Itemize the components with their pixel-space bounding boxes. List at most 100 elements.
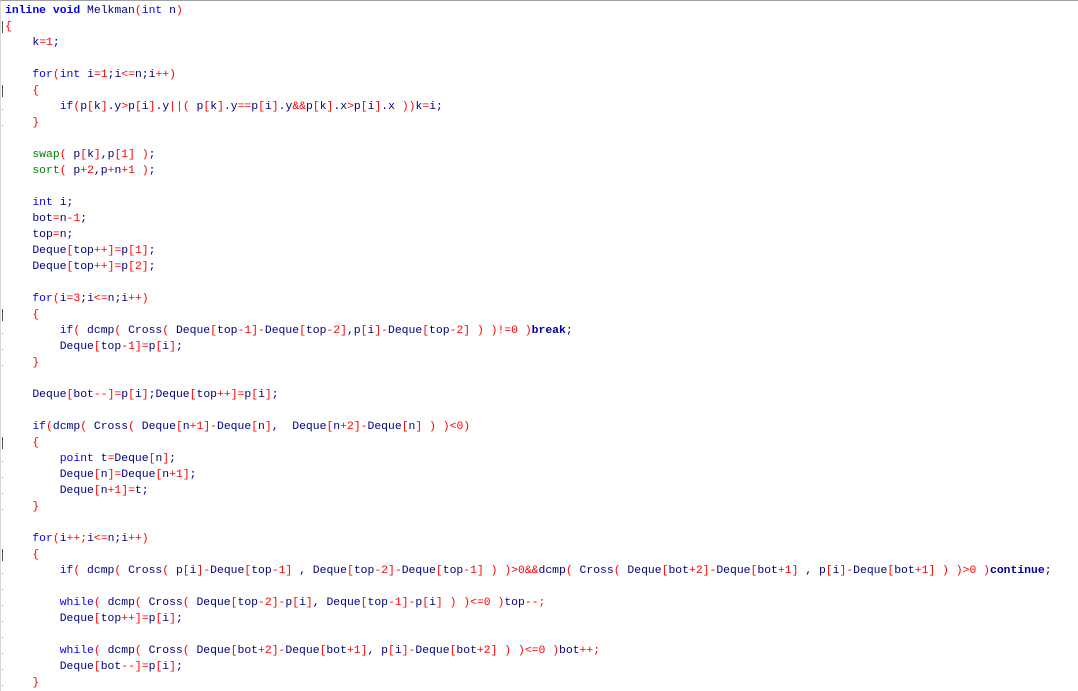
- code-line[interactable]: if(p[k].y>p[i].y||( p[k].y==p[i].y&&p[k]…: [2, 99, 1078, 115]
- code-text: while( dcmp( Cross( Deque[bot+2]-Deque[b…: [59, 645, 601, 657]
- code-text: sort( p+2,p+n+1 );: [32, 165, 156, 177]
- code-text: swap( p[k],p[1] );: [32, 149, 156, 161]
- code-text: {: [32, 437, 40, 449]
- code-area[interactable]: inline void Melkman(int n) { k=1; for(int…: [2, 3, 1078, 691]
- code-line[interactable]: {: [2, 83, 1078, 99]
- code-line[interactable]: sort( p+2,p+n+1 );: [5, 163, 1078, 179]
- code-line[interactable]: top=n;: [5, 227, 1078, 243]
- code-text: while( dcmp( Cross( Deque[top-2]-p[i], D…: [59, 597, 546, 609]
- code-line[interactable]: point t=Deque[n];: [2, 451, 1078, 467]
- code-line[interactable]: Deque[top++]=p[1];: [5, 243, 1078, 259]
- fold-guide: [2, 461, 3, 462]
- code-line[interactable]: [5, 275, 1078, 291]
- code-line[interactable]: for(i=3;i<=n;i++): [5, 291, 1078, 307]
- code-line[interactable]: [2, 579, 1078, 595]
- code-line[interactable]: }: [2, 355, 1078, 371]
- fold-marker[interactable]: [2, 21, 3, 33]
- fold-guide: [2, 621, 3, 622]
- code-line[interactable]: }: [2, 675, 1078, 691]
- code-text: Deque[bot--]=p[i];: [59, 661, 183, 673]
- code-line[interactable]: swap( p[k],p[1] );: [5, 147, 1078, 163]
- fold-marker[interactable]: [2, 85, 3, 97]
- code-text: {: [5, 21, 12, 33]
- fold-guide: [2, 333, 3, 334]
- code-line[interactable]: [5, 515, 1078, 531]
- code-line[interactable]: if( dcmp( Cross( p[i]-Deque[top-1] , Deq…: [2, 563, 1078, 579]
- code-text: if(p[k].y>p[i].y||( p[k].y==p[i].y&&p[k]…: [59, 101, 443, 113]
- code-line[interactable]: [2, 627, 1078, 643]
- code-line[interactable]: {: [2, 307, 1078, 323]
- code-line[interactable]: Deque[top++]=p[i];: [2, 611, 1078, 627]
- code-line[interactable]: bot=n-1;: [5, 211, 1078, 227]
- code-line[interactable]: {: [2, 547, 1078, 563]
- code-text: Deque[top++]=p[i];: [59, 613, 183, 625]
- code-text: bot=n-1;: [32, 213, 88, 225]
- fold-guide: [2, 477, 3, 478]
- code-line[interactable]: Deque[bot--]=p[i];: [2, 659, 1078, 675]
- code-line[interactable]: }: [2, 499, 1078, 515]
- fold-guide: [2, 493, 3, 494]
- code-text: {: [32, 85, 40, 97]
- code-line[interactable]: inline void Melkman(int n): [5, 3, 1078, 19]
- fold-guide: [2, 573, 3, 574]
- code-line[interactable]: [5, 51, 1078, 67]
- code-text: if( dcmp( Cross( Deque[top-1]-Deque[top-…: [59, 325, 573, 337]
- code-line[interactable]: for(i++;i<=n;i++): [5, 531, 1078, 547]
- code-text: inline void Melkman(int n): [5, 5, 183, 17]
- code-text: }: [32, 677, 40, 689]
- code-line[interactable]: k=1;: [5, 35, 1078, 51]
- code-text: }: [32, 357, 40, 369]
- code-line[interactable]: Deque[top++]=p[2];: [5, 259, 1078, 275]
- fold-marker[interactable]: [2, 437, 3, 449]
- fold-marker[interactable]: [2, 309, 3, 321]
- code-line[interactable]: [5, 131, 1078, 147]
- fold-guide: [2, 125, 3, 126]
- code-line[interactable]: Deque[bot--]=p[i];Deque[top++]=p[i];: [5, 387, 1078, 403]
- fold-guide: [2, 509, 3, 510]
- code-text: {: [32, 309, 40, 321]
- code-line[interactable]: if(dcmp( Cross( Deque[n+1]-Deque[n], Deq…: [5, 419, 1078, 435]
- code-line[interactable]: if( dcmp( Cross( Deque[top-1]-Deque[top-…: [2, 323, 1078, 339]
- code-line[interactable]: [5, 403, 1078, 419]
- code-text: Deque[n+1]=t;: [59, 485, 149, 497]
- code-line[interactable]: }: [2, 115, 1078, 131]
- code-text: Deque[top++]=p[2];: [32, 261, 156, 273]
- code-text: for(int i=1;i<=n;i++): [32, 69, 176, 81]
- code-line[interactable]: Deque[n+1]=t;: [2, 483, 1078, 499]
- code-text: for(i=3;i<=n;i++): [32, 293, 149, 305]
- code-text: Deque[bot--]=p[i];Deque[top++]=p[i];: [32, 389, 279, 401]
- code-text: point t=Deque[n];: [59, 453, 176, 465]
- code-line[interactable]: int i;: [5, 195, 1078, 211]
- fold-guide: [2, 109, 3, 110]
- fold-guide: [2, 669, 3, 670]
- fold-marker[interactable]: [2, 549, 3, 561]
- code-text: if(dcmp( Cross( Deque[n+1]-Deque[n], Deq…: [32, 421, 471, 433]
- code-line[interactable]: [5, 179, 1078, 195]
- code-editor[interactable]: inline void Melkman(int n) { k=1; for(int…: [0, 0, 1078, 691]
- fold-guide: [2, 365, 3, 366]
- code-text: {: [32, 549, 40, 561]
- code-text: if( dcmp( Cross( p[i]-Deque[top-1] , Deq…: [59, 565, 1052, 577]
- fold-guide: [2, 349, 3, 350]
- code-text: Deque[top-1]=p[i];: [59, 341, 183, 353]
- code-line[interactable]: {: [2, 435, 1078, 451]
- code-line[interactable]: [5, 371, 1078, 387]
- code-line[interactable]: Deque[n]=Deque[n+1];: [2, 467, 1078, 483]
- code-line[interactable]: while( dcmp( Cross( Deque[top-2]-p[i], D…: [2, 595, 1078, 611]
- code-text: }: [32, 501, 40, 513]
- code-line[interactable]: for(int i=1;i<=n;i++): [5, 67, 1078, 83]
- fold-guide: [2, 605, 3, 606]
- code-line[interactable]: {: [2, 19, 1078, 35]
- code-text: Deque[n]=Deque[n+1];: [59, 469, 197, 481]
- code-text: }: [32, 117, 40, 129]
- code-text: Deque[top++]=p[1];: [32, 245, 156, 257]
- code-text: for(i++;i<=n;i++): [32, 533, 149, 545]
- fold-guide: [2, 685, 3, 686]
- fold-guide: [2, 637, 3, 638]
- code-line[interactable]: Deque[top-1]=p[i];: [2, 339, 1078, 355]
- fold-guide: [2, 589, 3, 590]
- code-line[interactable]: while( dcmp( Cross( Deque[bot+2]-Deque[b…: [2, 643, 1078, 659]
- fold-guide: [2, 653, 3, 654]
- code-text: top=n;: [32, 229, 74, 241]
- code-text: int i;: [32, 197, 74, 209]
